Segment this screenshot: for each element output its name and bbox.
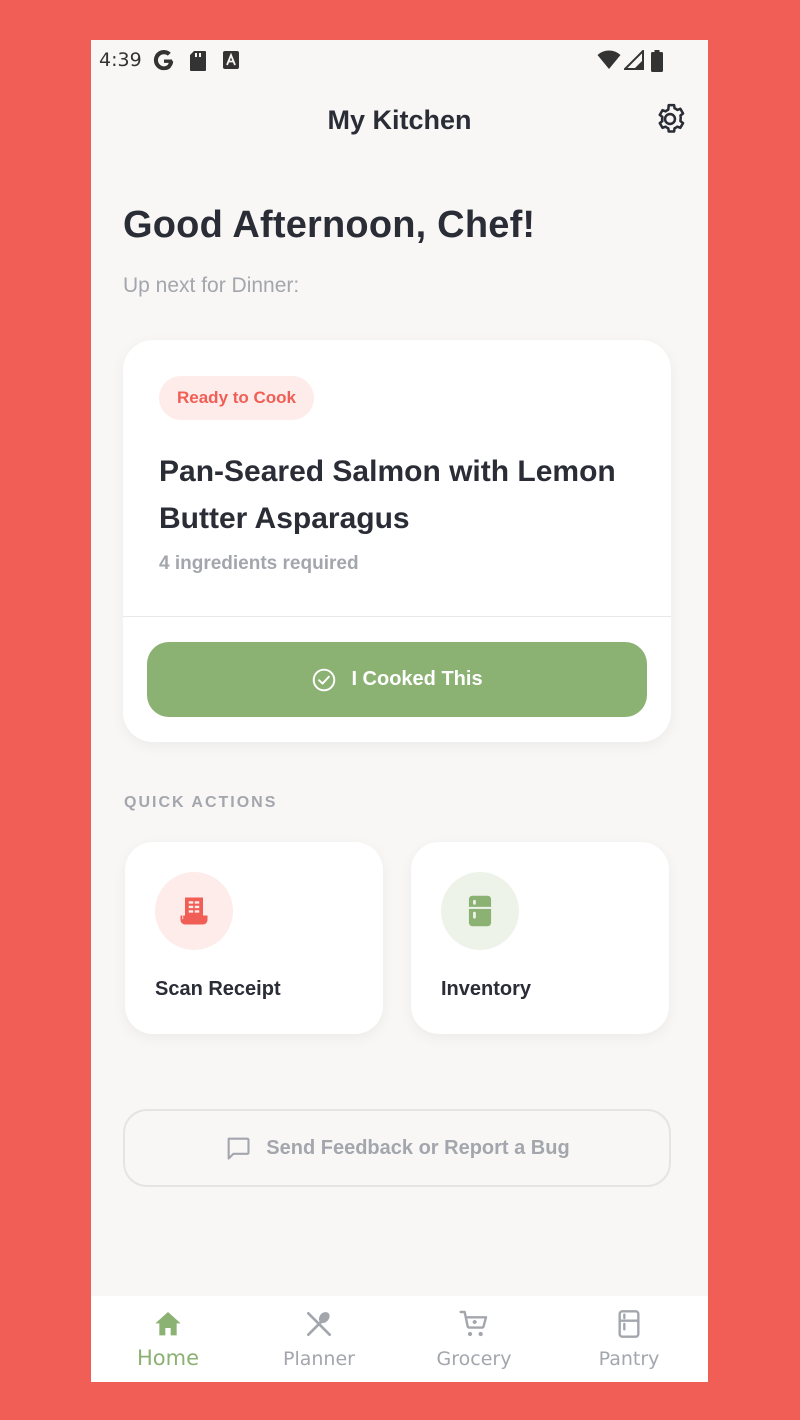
nav-home[interactable]: Home: [91, 1296, 245, 1382]
keyboard-a-icon: [223, 51, 239, 69]
gear-icon[interactable]: [653, 102, 687, 136]
meal-card[interactable]: Ready to Cook Pan-Seared Salmon with Lem…: [123, 340, 671, 742]
nav-pantry[interactable]: Pantry: [552, 1296, 706, 1382]
sd-card-icon: [190, 51, 206, 71]
app-bar: My Kitchen: [91, 95, 708, 145]
nav-planner-label: Planner: [283, 1348, 355, 1370]
scan-receipt-icon-wrap: [155, 872, 233, 950]
card-divider: [123, 616, 671, 617]
google-g-icon: [153, 50, 174, 71]
home-icon: [155, 1312, 181, 1336]
send-feedback-button[interactable]: Send Feedback or Report a Bug: [123, 1109, 671, 1187]
i-cooked-this-button[interactable]: I Cooked This: [147, 642, 647, 717]
nav-grocery-label: Grocery: [436, 1348, 512, 1370]
scan-receipt-card[interactable]: Scan Receipt: [125, 842, 383, 1034]
nav-pantry-label: Pantry: [598, 1348, 660, 1370]
cell-signal-icon: [624, 50, 644, 70]
fridge-icon: [618, 1310, 640, 1338]
ingredients-count: 4 ingredients required: [159, 553, 359, 574]
phone-screen: 4:39 My Kitchen Good Afternoon, Chef! Up…: [91, 40, 708, 1382]
check-circle-icon: [313, 668, 336, 691]
status-bar: 4:39: [91, 40, 708, 80]
page-title: My Kitchen: [327, 105, 472, 135]
nav-grocery[interactable]: Grocery: [397, 1296, 551, 1382]
inventory-card[interactable]: Inventory: [411, 842, 669, 1034]
scan-receipt-label: Scan Receipt: [155, 978, 281, 1000]
nav-planner[interactable]: Planner: [242, 1296, 396, 1382]
bottom-nav: Home Planner Grocery Pantry: [91, 1296, 708, 1382]
cook-button-label: I Cooked This: [351, 668, 483, 690]
recipe-title: Pan-Seared Salmon with Lemon Butter Aspa…: [159, 455, 616, 535]
greeting-subtitle: Up next for Dinner:: [123, 274, 300, 297]
inventory-icon-wrap: [441, 872, 519, 950]
utensils-icon: [307, 1312, 331, 1336]
receipt-icon: [180, 897, 208, 925]
wifi-icon: [597, 50, 621, 69]
cart-icon: [459, 1310, 488, 1337]
inventory-label: Inventory: [441, 978, 532, 1000]
battery-icon: [651, 50, 663, 72]
status-badge: Ready to Cook: [159, 376, 315, 420]
greeting-title: Good Afternoon, Chef!: [123, 204, 536, 246]
quick-actions-header: QUICK ACTIONS: [124, 794, 278, 811]
fridge-icon: [468, 895, 492, 927]
nav-home-label: Home: [136, 1346, 199, 1370]
status-time: 4:39: [99, 49, 142, 71]
feedback-label: Send Feedback or Report a Bug: [266, 1136, 570, 1159]
chat-bubble-icon: [227, 1137, 250, 1160]
